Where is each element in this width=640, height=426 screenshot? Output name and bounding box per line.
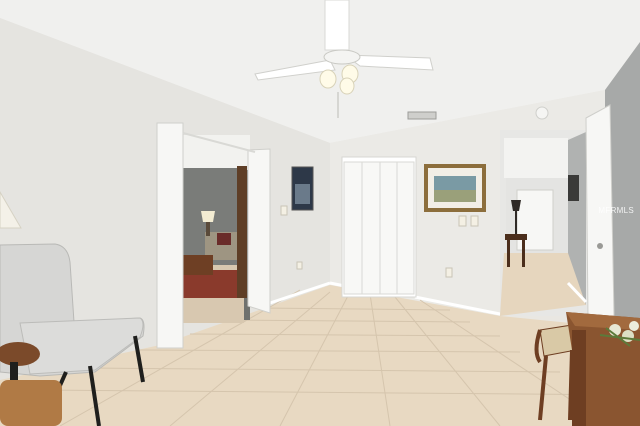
wall-outlet (296, 261, 303, 270)
ottoman (0, 380, 62, 426)
left-door-open (156, 122, 184, 349)
light-switch (458, 215, 467, 227)
closet-bifold-doors (343, 161, 415, 295)
hallway-table (505, 234, 527, 240)
coffee-table (183, 255, 213, 275)
light-switch (470, 215, 479, 227)
hallway-picture (568, 175, 579, 201)
cushion (217, 233, 231, 245)
watermark-text: MFRMLS (598, 206, 634, 215)
room-photo (0, 0, 640, 426)
bookcase (237, 166, 247, 298)
right-door-open (247, 148, 271, 314)
ceiling-vent (407, 111, 437, 120)
wall-outlet (445, 267, 453, 278)
light-switch (280, 205, 288, 216)
door-handle (597, 243, 603, 249)
table-lamp-icon (201, 211, 215, 222)
smoke-detector (535, 106, 549, 120)
